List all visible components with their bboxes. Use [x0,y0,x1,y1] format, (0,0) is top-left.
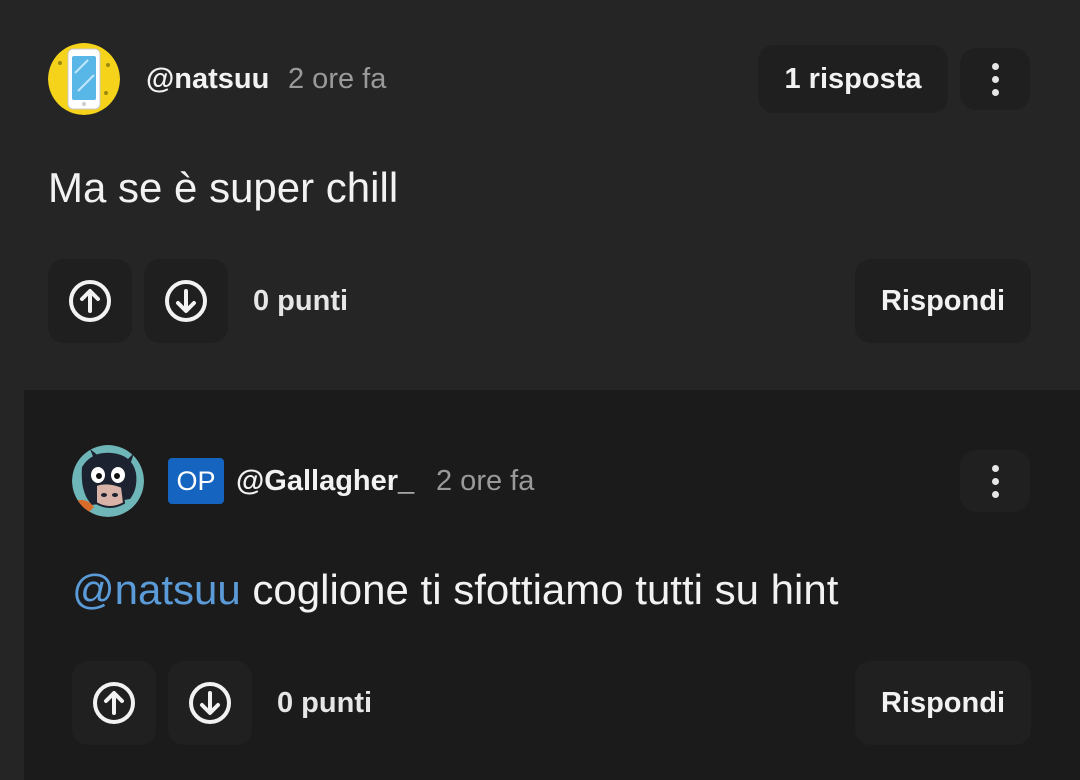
reply-card: OP @Gallagher_ 2 ore fa @natsuu coglione… [0,390,1080,780]
more-vertical-icon [991,62,999,96]
reply-button[interactable]: Rispondi [855,259,1031,343]
comment-text: Ma se è super chill [48,164,399,211]
points-count: 0 punti [253,285,349,317]
cartoon-cow-avatar-icon [72,445,144,517]
timestamp: 2 ore fa [436,465,535,497]
upvote-button[interactable] [72,661,156,745]
replies-count-button[interactable]: 1 risposta [758,45,948,113]
avatar[interactable] [48,43,120,115]
more-options-button[interactable] [960,450,1030,512]
points-count: 0 punti [277,687,373,719]
arrow-up-circle-icon [69,280,111,322]
more-vertical-icon [991,464,999,498]
comment-thread: @natsuu 2 ore fa 1 risposta Ma se è supe… [0,0,1080,780]
reply-text: @natsuu coglione ti sfottiamo tutti su h… [72,569,838,611]
phone-avatar-icon [48,43,120,115]
op-badge: OP [168,458,224,504]
upvote-button[interactable] [48,259,132,343]
downvote-button[interactable] [144,259,228,343]
timestamp: 2 ore fa [288,63,387,95]
reply-button[interactable]: Rispondi [855,661,1031,745]
more-options-button[interactable] [960,48,1030,110]
avatar[interactable] [72,445,144,517]
user-mention-link[interactable]: @natsuu [72,566,241,613]
arrow-down-circle-icon [189,682,231,724]
username[interactable]: @natsuu [146,65,269,94]
arrow-up-circle-icon [93,682,135,724]
comment-card: @natsuu 2 ore fa 1 risposta Ma se è supe… [0,0,1080,390]
downvote-button[interactable] [168,661,252,745]
username[interactable]: @Gallagher_ [236,467,414,496]
thread-indent-line [0,390,24,780]
reply-text-content: coglione ti sfottiamo tutti su hint [240,566,839,613]
arrow-down-circle-icon [165,280,207,322]
